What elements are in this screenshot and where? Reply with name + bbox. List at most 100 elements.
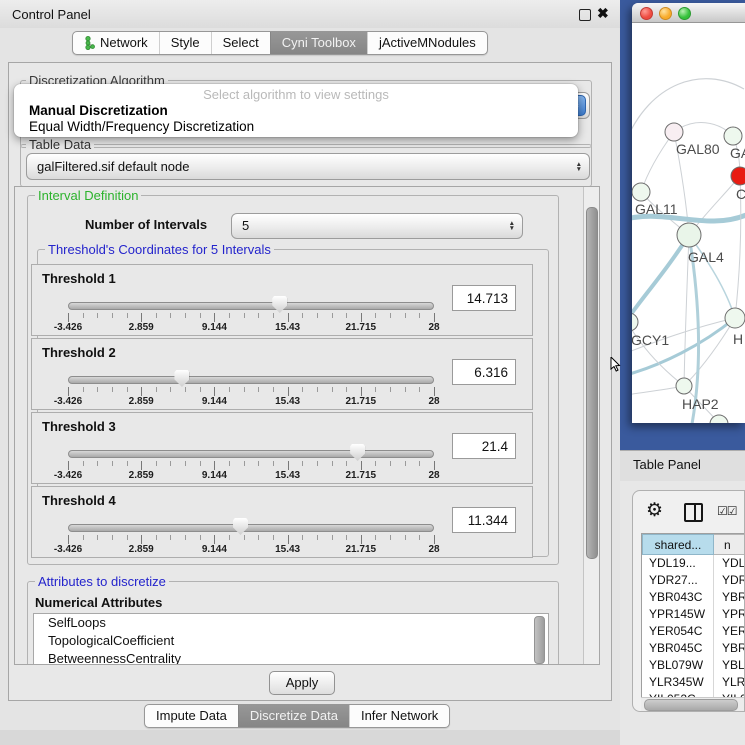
attribute-item[interactable]: SelfLoops bbox=[34, 614, 548, 632]
slider-thumb[interactable] bbox=[350, 444, 365, 461]
threshold-1-slider[interactable]: -3.4262.8599.14415.4321.71528 bbox=[68, 301, 434, 331]
popup-item-manual-discretization[interactable]: Manual Discretization bbox=[29, 103, 168, 118]
zoom-traffic-light-icon[interactable] bbox=[678, 7, 691, 20]
network-node[interactable] bbox=[731, 167, 745, 185]
table-cell[interactable]: YBR045C bbox=[642, 640, 714, 657]
table-cell[interactable]: YER0 bbox=[714, 623, 744, 640]
column-header-name[interactable]: n bbox=[714, 534, 744, 555]
table-cell[interactable]: YBL0 bbox=[714, 657, 744, 674]
control-panel-title: Control Panel bbox=[12, 7, 91, 22]
threshold-4-slider[interactable]: -3.4262.8599.14415.4321.71528 bbox=[68, 523, 434, 553]
table-cell[interactable]: YLR345W bbox=[642, 674, 714, 691]
network-edge[interactable] bbox=[684, 318, 735, 386]
tab-impute-data[interactable]: Impute Data bbox=[145, 705, 238, 727]
tab-style[interactable]: Style bbox=[159, 32, 211, 54]
threshold-2-slider[interactable]: -3.4262.8599.14415.4321.71528 bbox=[68, 375, 434, 405]
combo-stepper-icon[interactable]: ▲▼ bbox=[509, 221, 515, 231]
table-row[interactable]: YER054CYER0 bbox=[642, 623, 744, 640]
scrollbar-thumb[interactable] bbox=[586, 207, 598, 559]
scrollbar-thumb[interactable] bbox=[644, 699, 738, 711]
threshold-3-slider[interactable]: -3.4262.8599.14415.4321.71528 bbox=[68, 449, 434, 479]
table-row[interactable]: YDR27...YDR2 bbox=[642, 572, 744, 589]
table-cell[interactable]: YLR3 bbox=[714, 674, 744, 691]
attribute-item[interactable]: BetweennessCentrality bbox=[34, 650, 548, 665]
table-row[interactable]: YPR145WYPR1 bbox=[642, 606, 744, 623]
table-data-combobox[interactable]: galFiltered.sif default node ▲▼ bbox=[26, 153, 590, 180]
network-node[interactable] bbox=[665, 123, 683, 141]
tab-cyni-toolbox[interactable]: Cyni Toolbox bbox=[270, 32, 367, 54]
table-row[interactable]: YBR045CYBR0 bbox=[642, 640, 744, 657]
slider-track[interactable] bbox=[68, 524, 434, 532]
network-node[interactable] bbox=[725, 308, 745, 328]
table-cell[interactable]: YER054C bbox=[642, 623, 714, 640]
gear-icon[interactable]: ⚙ bbox=[646, 499, 663, 522]
float-window-icon[interactable] bbox=[579, 9, 591, 21]
table-cell[interactable]: YPR1 bbox=[714, 606, 744, 623]
table-cell[interactable]: YPR145W bbox=[642, 606, 714, 623]
slider-track[interactable] bbox=[68, 450, 434, 458]
table-row[interactable]: YBL079WYBL0 bbox=[642, 657, 744, 674]
vertical-scrollbar[interactable] bbox=[583, 187, 599, 664]
tick-mark bbox=[156, 535, 157, 540]
popup-item-equal-width-frequency[interactable]: Equal Width/Frequency Discretization bbox=[29, 119, 254, 134]
minimize-traffic-light-icon[interactable] bbox=[659, 7, 672, 20]
select-columns-icon[interactable]: ☑☑ bbox=[717, 504, 737, 518]
node-label: HAP2 bbox=[682, 396, 719, 412]
threshold-4-value-field[interactable]: 11.344 bbox=[452, 507, 516, 533]
network-node[interactable] bbox=[632, 183, 650, 201]
table-cell[interactable]: YBL079W bbox=[642, 657, 714, 674]
network-node[interactable] bbox=[632, 313, 638, 331]
column-header-shared-name[interactable]: shared... bbox=[642, 534, 714, 555]
horizontal-scrollbar[interactable] bbox=[641, 697, 744, 711]
network-node[interactable] bbox=[724, 127, 742, 145]
slider-thumb[interactable] bbox=[272, 296, 287, 313]
table-cell[interactable]: YDR27... bbox=[642, 572, 714, 589]
tick-label: -3.426 bbox=[54, 322, 82, 333]
table-row[interactable]: YLR345WYLR3 bbox=[642, 674, 744, 691]
numerical-attributes-list[interactable]: SelfLoopsTopologicalCoefficientBetweenne… bbox=[33, 613, 549, 665]
table-cell[interactable]: YDL1 bbox=[714, 555, 744, 572]
slider-track[interactable] bbox=[68, 376, 434, 384]
network-node[interactable] bbox=[676, 378, 692, 394]
tab-jactivemnodules[interactable]: jActiveMNodules bbox=[367, 32, 487, 54]
network-node[interactable] bbox=[677, 223, 701, 247]
tick-mark bbox=[214, 461, 215, 470]
threshold-1-value-field[interactable]: 14.713 bbox=[452, 285, 516, 311]
apply-button[interactable]: Apply bbox=[269, 671, 335, 695]
combo-stepper-icon[interactable]: ▲▼ bbox=[576, 162, 582, 172]
threshold-2-value-field[interactable]: 6.316 bbox=[452, 359, 516, 385]
number-of-intervals-value: 5 bbox=[242, 214, 249, 238]
table-cell[interactable]: YDL19... bbox=[642, 555, 714, 572]
network-canvas[interactable]: GAL80GACGAL11GAL4GCY1HHAP2 bbox=[632, 23, 745, 423]
table-cell[interactable]: YBR0 bbox=[714, 589, 744, 606]
close-traffic-light-icon[interactable] bbox=[640, 7, 653, 20]
table-cell[interactable]: YBR0 bbox=[714, 640, 744, 657]
list-scrollbar[interactable] bbox=[534, 616, 545, 664]
close-icon[interactable]: ✖ bbox=[597, 5, 609, 22]
table-row[interactable]: YBR043CYBR0 bbox=[642, 589, 744, 606]
tick-mark bbox=[361, 313, 362, 322]
network-edge[interactable] bbox=[641, 132, 674, 192]
number-of-intervals-combobox[interactable]: 5 ▲▼ bbox=[231, 213, 523, 239]
tab-select[interactable]: Select bbox=[211, 32, 270, 54]
slider-thumb[interactable] bbox=[174, 370, 189, 387]
tick-mark bbox=[317, 313, 318, 318]
network-window-titlebar[interactable] bbox=[632, 3, 745, 23]
tick-mark bbox=[112, 313, 113, 318]
tab-infer-network[interactable]: Infer Network bbox=[349, 705, 449, 727]
table-row[interactable]: YDL19...YDL1 bbox=[642, 555, 744, 572]
tab-network[interactable]: Network bbox=[73, 32, 159, 54]
table-cell[interactable]: YBR043C bbox=[642, 589, 714, 606]
attribute-item[interactable]: TopologicalCoefficient bbox=[34, 632, 548, 650]
node-label: GAL80 bbox=[676, 141, 720, 157]
tick-mark bbox=[361, 461, 362, 470]
tab-discretize-data[interactable]: Discretize Data bbox=[238, 705, 349, 727]
network-edge[interactable] bbox=[632, 321, 684, 386]
slider-thumb[interactable] bbox=[233, 518, 248, 535]
table-cell[interactable]: YDR2 bbox=[714, 572, 744, 589]
network-edge[interactable] bbox=[632, 235, 689, 321]
threshold-3-value-field[interactable]: 21.4 bbox=[452, 433, 516, 459]
node-table: shared... n YDL19...YDL1YDR27...YDR2YBR0… bbox=[641, 533, 744, 698]
columns-icon[interactable] bbox=[684, 503, 703, 522]
slider-track[interactable] bbox=[68, 302, 434, 310]
